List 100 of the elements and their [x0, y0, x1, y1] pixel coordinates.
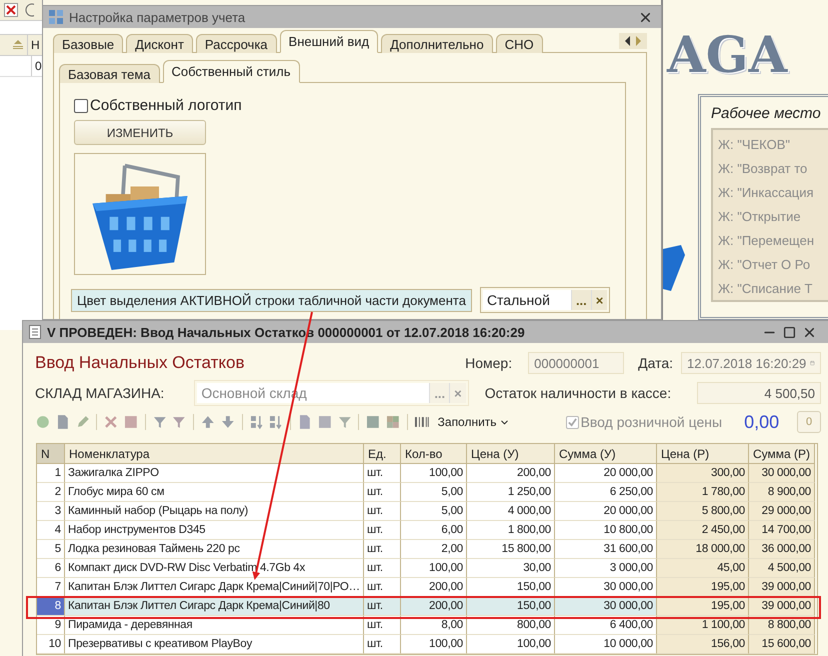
table-cell: 31 600,00 — [555, 540, 657, 559]
add-icon[interactable] — [35, 414, 51, 430]
table-cell: 45,00 — [657, 559, 749, 578]
choose-button[interactable]: ... — [570, 290, 591, 310]
table-cell: 2 — [37, 483, 65, 502]
table-cell: 100,00 — [401, 464, 467, 483]
table-cell: 15 600,00 — [749, 635, 815, 654]
column-header[interactable]: N — [37, 444, 65, 464]
column-header[interactable]: Цена (У) — [467, 444, 555, 464]
table-cell: Капитан Блэк Литтел Сигарс Дарк Крема|Синий|80 — [65, 597, 364, 616]
tab[interactable]: СНО — [496, 34, 543, 53]
checkbox[interactable]: Собственный логотип — [74, 97, 242, 114]
table-cell: 200,00 — [401, 597, 467, 616]
field-label: Цвет выделения АКТИВНОЙ строки табличной части документа — [71, 288, 472, 312]
cash-field[interactable]: 4 500,50 — [697, 382, 821, 404]
color-grid-icon[interactable] — [385, 414, 401, 430]
filter-icon[interactable] — [152, 414, 168, 430]
field-label: Дата: — [638, 355, 673, 371]
tab[interactable]: Рассрочка — [196, 34, 277, 53]
table-cell: 30 000,00 — [555, 597, 657, 616]
table-cell: 200,00 — [467, 464, 555, 483]
logo-text: AGA — [666, 30, 788, 80]
tab[interactable]: Собственный стиль — [162, 60, 300, 83]
table-cell: 4 — [37, 521, 65, 540]
tab-scroll-arrows-icon[interactable] — [619, 33, 647, 49]
close-icon[interactable] — [4, 3, 18, 17]
mark-icon[interactable] — [122, 414, 139, 430]
table-cell: Презервативы с креативом PlayBoy — [65, 635, 364, 654]
table-cell: 3 — [37, 502, 65, 521]
table-cell: 30 000,00 — [749, 464, 815, 483]
document-icon — [29, 325, 41, 339]
document-heading: Ввод Начальных Остатков — [35, 353, 246, 373]
table-cell: Капитан Блэк Литтел Сигарс Дарк Крема|Синий|70|РО… — [65, 578, 364, 597]
delete-icon[interactable] — [103, 414, 119, 430]
total-value: 0,00 — [744, 412, 780, 432]
barcode-icon[interactable] — [414, 414, 430, 430]
table-cell: шт. — [364, 483, 401, 502]
column-header[interactable]: Ед. — [364, 444, 401, 464]
table-cell: 3 000,00 — [555, 559, 657, 578]
table-cell: 100,00 — [467, 635, 555, 654]
table-cell: 156,00 — [657, 635, 749, 654]
table-cell: 5 800,00 — [657, 502, 749, 521]
clear-button[interactable]: × — [590, 290, 608, 310]
table-cell: Каминный набор (Рыцарь на полу) — [65, 502, 364, 521]
date-field[interactable]: 12.07.2018 16:20:29 — [681, 352, 821, 374]
table-cell: 29 000,00 — [749, 502, 815, 521]
field-label: Остаток наличности в кассе: — [484, 385, 672, 401]
table-cell: 1 — [37, 464, 65, 483]
column-header[interactable]: Сумма (У) — [555, 444, 657, 464]
field-label: Номер: — [465, 355, 512, 371]
table-cell: 5,00 — [401, 483, 467, 502]
tab[interactable]: Дисконт — [126, 34, 193, 53]
color-select-field[interactable]: Стальной ... × — [480, 287, 610, 313]
table-cell: шт. — [364, 635, 401, 654]
table-cell: 2,00 — [401, 540, 467, 559]
column-header[interactable]: Кол-во — [401, 444, 467, 464]
table-cell: 300,00 — [657, 464, 749, 483]
column-header[interactable]: Цена (Р) — [657, 444, 749, 464]
table-cell: 36 000,00 — [749, 540, 815, 559]
table-cell: 200,00 — [401, 578, 467, 597]
clear-filter-icon[interactable] — [171, 414, 188, 430]
table-cell: 20 000,00 — [555, 464, 657, 483]
checkmark-icon — [568, 418, 577, 426]
move-up-icon[interactable] — [200, 414, 216, 430]
window-title: Настройка параметров учета — [69, 10, 246, 24]
table-cell: 7 — [37, 578, 65, 597]
table-cell: 100,00 — [401, 559, 467, 578]
window-icon — [49, 10, 63, 24]
table-cell: 30,00 — [467, 559, 555, 578]
fill-button[interactable]: Заполнить — [434, 415, 514, 429]
table-cell: Набор инструментов D345 — [65, 521, 364, 540]
change-button[interactable]: ИЗМЕНИТЬ — [74, 120, 206, 145]
table-cell: шт. — [364, 597, 401, 616]
table-cell: 8 — [37, 597, 65, 616]
tab[interactable]: Базовая тема — [59, 64, 160, 83]
document-icon[interactable] — [297, 414, 313, 430]
maximize-icon[interactable] — [783, 326, 796, 338]
table-cell: шт. — [364, 540, 401, 559]
panel-title: Рабочее место — [711, 105, 822, 122]
table-cell: 2 450,00 — [657, 521, 749, 540]
table-cell: 100,00 — [401, 635, 467, 654]
tab[interactable]: Внешний вид — [280, 30, 378, 53]
table-cell: 5,00 — [401, 502, 467, 521]
table-cell: 1 800,00 — [467, 521, 555, 540]
table-cell: 150,00 — [467, 578, 555, 597]
move-down-icon[interactable] — [220, 414, 236, 430]
tab[interactable]: Дополнительно — [381, 34, 493, 53]
tab[interactable]: Базовые — [53, 34, 124, 53]
sort-ascending-icon[interactable] — [248, 414, 264, 430]
table-cell: Глобус мира 60 см — [65, 483, 364, 502]
column-header[interactable]: Номенклатура — [65, 444, 364, 464]
table-cell: шт. — [364, 559, 401, 578]
field-label: СКЛАД МАГАЗИНА: — [35, 385, 164, 401]
number-field[interactable]: 000000001 — [528, 352, 624, 374]
table-cell: 18 000,00 — [657, 540, 749, 559]
column-header[interactable]: Сумма (Р) — [749, 444, 815, 464]
column-header: Н — [27, 35, 40, 55]
table-cell: 6 — [37, 559, 65, 578]
table-cell: Зажигалка ZIPPO — [65, 464, 364, 483]
table-cell: 15 800,00 — [467, 540, 555, 559]
